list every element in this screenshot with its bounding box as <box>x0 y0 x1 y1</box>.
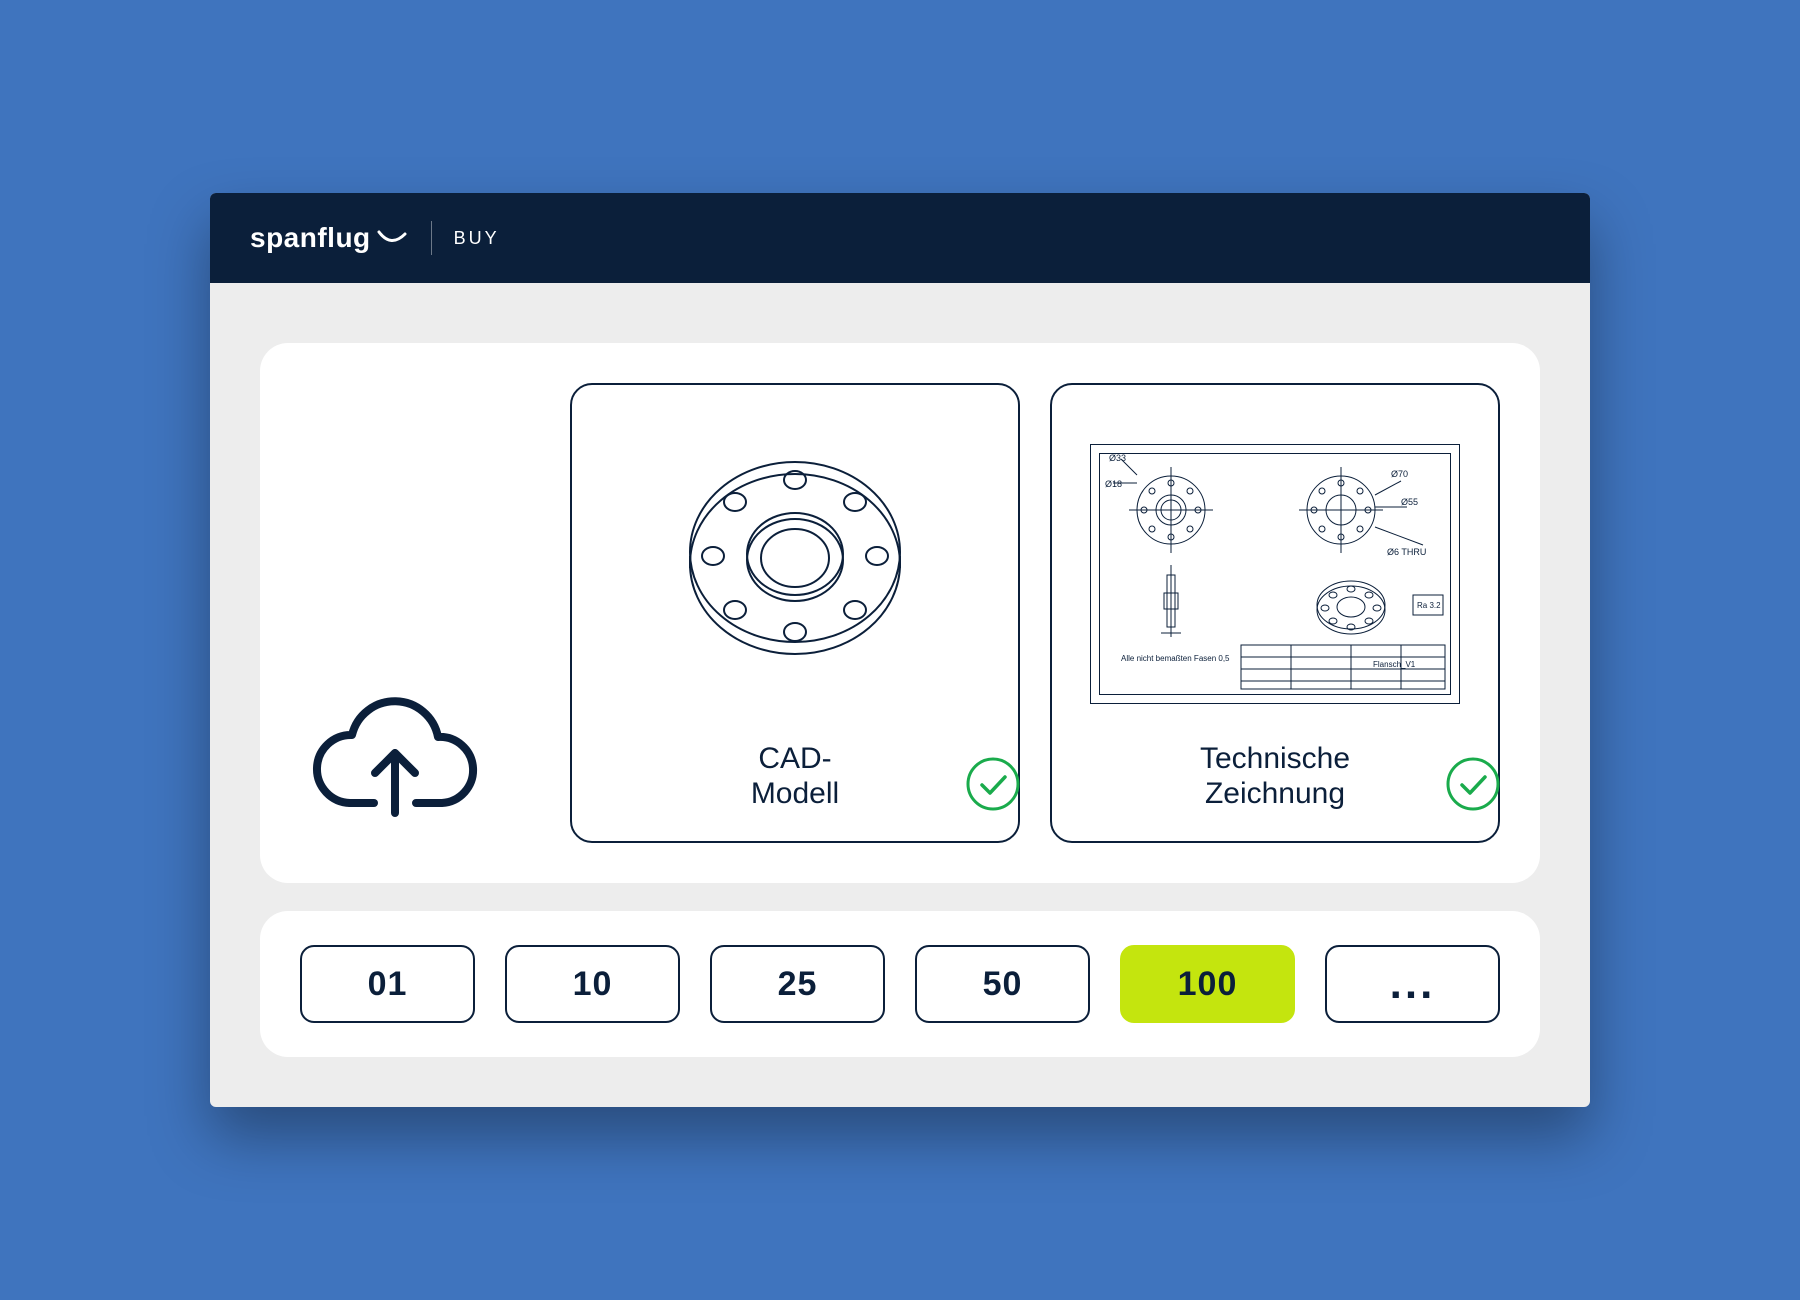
cad-flange-illustration <box>592 405 998 742</box>
quantity-label: 25 <box>778 965 818 1004</box>
quantity-option-10[interactable]: 10 <box>505 945 680 1023</box>
quantity-option-50[interactable]: 50 <box>915 945 1090 1023</box>
checkmark-icon <box>966 757 1020 811</box>
tile-drawing-label: Technische Zeichnung <box>1200 742 1350 811</box>
check-badge-cad <box>966 757 1020 811</box>
quantity-label: 01 <box>368 965 408 1004</box>
quantity-option-more[interactable]: ... <box>1325 945 1500 1023</box>
quantity-label: 10 <box>573 965 613 1004</box>
tile-cad-model[interactable]: CAD- Modell <box>570 383 1020 843</box>
ellipsis-icon: ... <box>1390 959 1436 1009</box>
content-area: CAD- Modell <box>210 283 1590 1107</box>
upload-action[interactable] <box>300 683 540 843</box>
quantity-label: 50 <box>983 965 1023 1004</box>
brand-logo: spanflug <box>250 222 409 254</box>
svg-text:Ra 3.2: Ra 3.2 <box>1417 601 1441 610</box>
svg-text:Ø70: Ø70 <box>1391 469 1408 479</box>
upload-card: CAD- Modell <box>260 343 1540 883</box>
technical-drawing-illustration: Ø33 Ø18 <box>1072 405 1478 742</box>
svg-text:Alle nicht bemaßten Fasen 0,5: Alle nicht bemaßten Fasen 0,5 <box>1121 654 1230 663</box>
svg-text:Ø6 THRU: Ø6 THRU <box>1387 547 1426 557</box>
svg-text:Flansch_V1: Flansch_V1 <box>1373 660 1416 669</box>
cloud-upload-icon <box>300 683 490 833</box>
tile-technical-drawing[interactable]: Ø33 Ø18 <box>1050 383 1500 843</box>
section-label: BUY <box>454 228 500 249</box>
app-window: spanflug BUY <box>210 193 1590 1107</box>
svg-text:Ø33: Ø33 <box>1109 453 1126 463</box>
svg-text:Ø18: Ø18 <box>1105 479 1122 489</box>
brand-text: spanflug <box>250 222 371 254</box>
check-badge-drawing <box>1446 757 1500 811</box>
quantity-option-100[interactable]: 100 <box>1120 945 1295 1023</box>
tile-cad-label: CAD- Modell <box>751 742 839 811</box>
brand-swoosh-icon <box>377 228 409 248</box>
quantity-option-01[interactable]: 01 <box>300 945 475 1023</box>
titlebar: spanflug BUY <box>210 193 1590 283</box>
quantity-option-25[interactable]: 25 <box>710 945 885 1023</box>
svg-text:Ø55: Ø55 <box>1401 497 1418 507</box>
quantity-label: 100 <box>1178 965 1238 1004</box>
quantity-card: 01 10 25 50 100 ... <box>260 911 1540 1057</box>
checkmark-icon <box>1446 757 1500 811</box>
header-divider <box>431 221 432 255</box>
